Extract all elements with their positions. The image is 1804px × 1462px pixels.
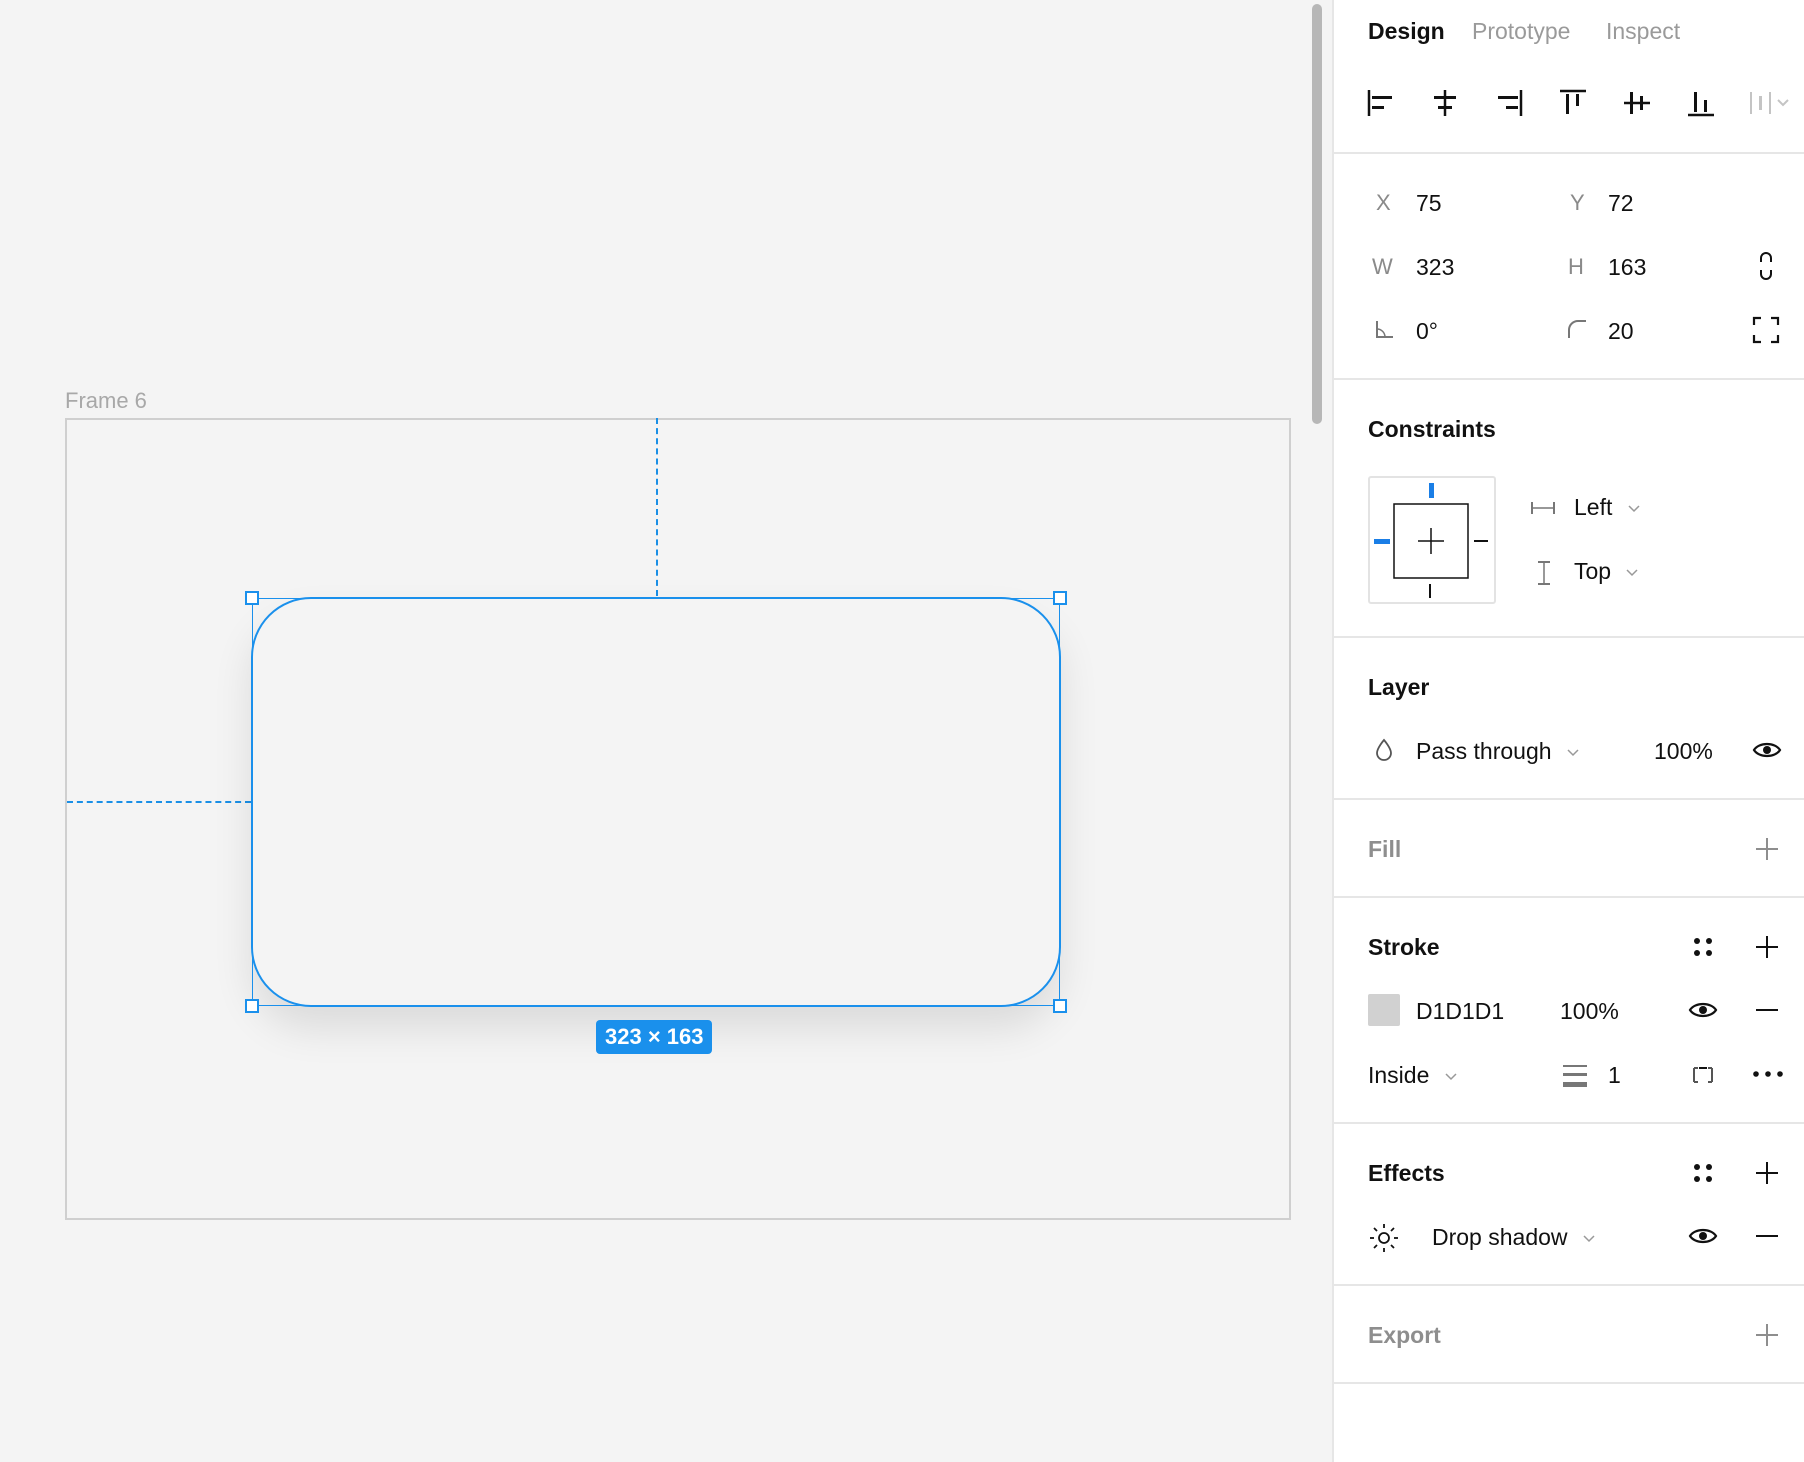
remove-stroke-icon[interactable] bbox=[1754, 998, 1780, 1022]
align-horizontal-center-icon[interactable] bbox=[1430, 88, 1460, 118]
w-label: W bbox=[1372, 254, 1393, 279]
vertical-constraint-icon bbox=[1538, 561, 1550, 585]
align-top-icon[interactable] bbox=[1558, 88, 1588, 118]
effect-settings-icon[interactable] bbox=[1368, 1222, 1400, 1254]
constraint-left-active[interactable] bbox=[1374, 539, 1390, 544]
blend-mode-icon bbox=[1376, 738, 1392, 761]
rotation-input[interactable]: 0° bbox=[1416, 318, 1438, 345]
h-label: H bbox=[1568, 254, 1584, 279]
resize-handle-bottom-left[interactable] bbox=[245, 999, 259, 1013]
y-input[interactable]: 72 bbox=[1608, 190, 1634, 217]
constraint-top-active[interactable] bbox=[1429, 483, 1434, 498]
tab-prototype[interactable]: Prototype bbox=[1472, 18, 1570, 45]
constraints-title: Constraints bbox=[1368, 416, 1496, 442]
stroke-position-value: Inside bbox=[1368, 1062, 1430, 1088]
style-grid-icon[interactable] bbox=[1690, 934, 1716, 960]
eye-icon[interactable] bbox=[1688, 998, 1718, 1022]
size-badge: 323 × 163 bbox=[596, 1020, 713, 1054]
effect-type-value: Drop shadow bbox=[1432, 1224, 1568, 1250]
align-left-icon[interactable] bbox=[1366, 88, 1396, 118]
constrain-proportions-icon[interactable] bbox=[1754, 250, 1778, 282]
chevron-down-icon bbox=[1628, 505, 1640, 512]
vertical-constraint-value: Top bbox=[1574, 558, 1612, 584]
canvas-scroll-thumb[interactable] bbox=[1312, 4, 1322, 424]
width-input[interactable]: 323 bbox=[1416, 254, 1454, 281]
blend-mode-value: Pass through bbox=[1416, 738, 1552, 764]
stroke-position-dropdown[interactable]: Inside bbox=[1368, 1062, 1458, 1089]
separator bbox=[1334, 1382, 1804, 1384]
tab-design[interactable]: Design bbox=[1368, 18, 1445, 45]
constraint-bottom[interactable] bbox=[1429, 584, 1431, 598]
selected-rectangle[interactable] bbox=[251, 597, 1061, 1007]
stroke-color-swatch[interactable] bbox=[1368, 994, 1400, 1026]
chevron-down-icon bbox=[1445, 1073, 1457, 1080]
resize-handle-bottom-right[interactable] bbox=[1053, 999, 1067, 1013]
chevron-down-icon bbox=[1567, 749, 1579, 756]
stroke-weight-input[interactable]: 1 bbox=[1608, 1062, 1621, 1089]
distance-guide-left bbox=[67, 801, 251, 803]
constraints-widget[interactable] bbox=[1368, 476, 1496, 604]
remove-effect-icon[interactable] bbox=[1754, 1224, 1780, 1248]
eye-icon[interactable] bbox=[1688, 1224, 1718, 1248]
y-label: Y bbox=[1570, 190, 1585, 215]
separator bbox=[1334, 152, 1804, 154]
height-input[interactable]: 163 bbox=[1608, 254, 1646, 281]
align-right-icon[interactable] bbox=[1494, 88, 1524, 118]
stroke-opacity-input[interactable]: 100% bbox=[1560, 998, 1619, 1025]
horizontal-constraint-icon bbox=[1531, 502, 1555, 514]
separator bbox=[1334, 896, 1804, 898]
corner-radius-input[interactable]: 20 bbox=[1608, 318, 1634, 345]
export-title: Export bbox=[1368, 1322, 1441, 1348]
more-options-icon[interactable] bbox=[1752, 1066, 1784, 1082]
effects-title: Effects bbox=[1368, 1160, 1445, 1186]
separator bbox=[1334, 798, 1804, 800]
separator bbox=[1334, 636, 1804, 638]
add-fill-icon[interactable] bbox=[1754, 836, 1780, 862]
eye-icon[interactable] bbox=[1752, 738, 1782, 762]
independent-corners-icon[interactable] bbox=[1752, 316, 1780, 344]
add-stroke-icon[interactable] bbox=[1754, 934, 1780, 960]
align-bottom-icon[interactable] bbox=[1686, 88, 1716, 118]
align-vertical-center-icon[interactable] bbox=[1622, 88, 1652, 118]
blend-mode-dropdown[interactable]: Pass through bbox=[1416, 738, 1580, 765]
resize-handle-top-right[interactable] bbox=[1053, 591, 1067, 605]
distance-guide-top bbox=[656, 418, 658, 596]
distribute-icon[interactable] bbox=[1748, 88, 1792, 118]
stroke-color-hex[interactable]: D1D1D1 bbox=[1416, 998, 1504, 1025]
chevron-down-icon bbox=[1583, 1235, 1595, 1242]
stroke-sides-icon[interactable] bbox=[1690, 1062, 1716, 1088]
layer-title: Layer bbox=[1368, 674, 1430, 700]
canvas[interactable]: Frame 6 323 × 163 bbox=[0, 0, 1332, 1462]
horizontal-constraint-dropdown[interactable]: Left bbox=[1574, 494, 1641, 521]
constraint-right[interactable] bbox=[1474, 540, 1488, 542]
tab-inspect[interactable]: Inspect bbox=[1606, 18, 1680, 45]
separator bbox=[1334, 1284, 1804, 1286]
vertical-constraint-dropdown[interactable]: Top bbox=[1574, 558, 1639, 585]
chevron-down-icon bbox=[1626, 569, 1639, 576]
effect-type-dropdown[interactable]: Drop shadow bbox=[1432, 1224, 1596, 1251]
properties-panel: Design Prototype Inspect X 75 Y 72 W 323… bbox=[1332, 0, 1804, 1462]
stroke-title: Stroke bbox=[1368, 934, 1440, 960]
style-grid-icon[interactable] bbox=[1690, 1160, 1716, 1186]
add-export-icon[interactable] bbox=[1754, 1322, 1780, 1348]
separator bbox=[1334, 378, 1804, 380]
x-label: X bbox=[1376, 190, 1391, 215]
corner-radius-icon bbox=[1568, 320, 1586, 338]
separator bbox=[1334, 1122, 1804, 1124]
rotation-icon bbox=[1376, 321, 1393, 338]
horizontal-constraint-value: Left bbox=[1574, 494, 1613, 520]
stroke-weight-icon bbox=[1563, 1065, 1587, 1087]
frame-label[interactable]: Frame 6 bbox=[65, 388, 147, 414]
layer-opacity-input[interactable]: 100% bbox=[1654, 738, 1713, 765]
fill-title: Fill bbox=[1368, 836, 1402, 862]
add-effect-icon[interactable] bbox=[1754, 1160, 1780, 1186]
x-input[interactable]: 75 bbox=[1416, 190, 1442, 217]
resize-handle-top-left[interactable] bbox=[245, 591, 259, 605]
